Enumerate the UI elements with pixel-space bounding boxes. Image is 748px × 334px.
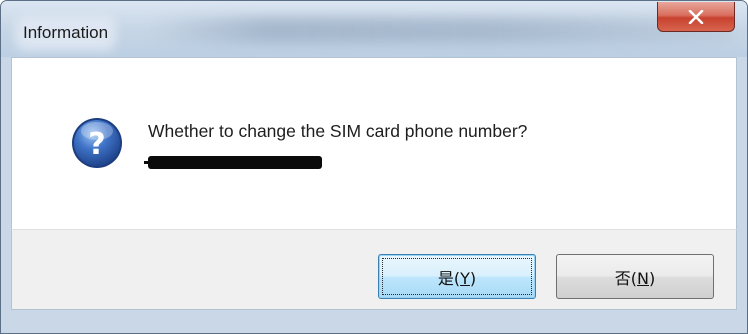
blurred-background [151,17,731,43]
question-icon: ? [72,118,122,168]
dialog-message: Whether to change the SIM card phone num… [148,121,528,141]
svg-text:?: ? [88,127,105,162]
no-button-label: 否(N) [614,268,656,288]
button-bar: 是(Y) 否(N) [11,229,737,310]
close-button[interactable] [657,2,735,32]
dialog-window: Information ? Whether to change the SIM … [0,0,748,334]
redacted-phone-number [144,156,322,169]
yes-button[interactable]: 是(Y) [378,254,536,299]
close-icon [688,9,704,24]
title-bar[interactable]: Information [1,1,747,57]
no-button[interactable]: 否(N) [556,254,714,299]
window-title: Information [23,23,109,43]
focus-rectangle [382,258,532,295]
dialog-content: ? Whether to change the SIM card phone n… [11,57,737,229]
